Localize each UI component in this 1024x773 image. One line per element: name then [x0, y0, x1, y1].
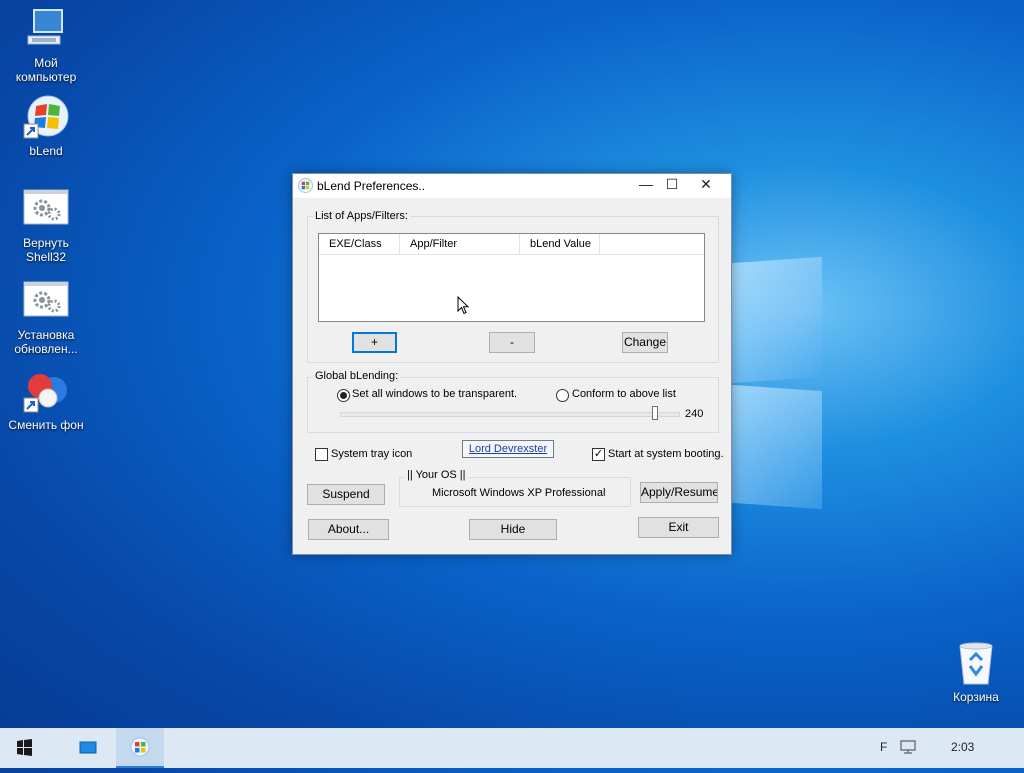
apps-filters-label: List of Apps/Filters:: [313, 210, 410, 222]
blend-shortcut-icon: [22, 94, 70, 142]
hide-button[interactable]: Hide: [469, 519, 557, 540]
start-boot-label[interactable]: Start at system booting.: [608, 448, 724, 460]
slider-track: [340, 412, 680, 417]
blend-preferences-window: bLend Preferences.. — ☐ ✕ List of Apps/F…: [292, 173, 732, 555]
slider-thumb[interactable]: [652, 406, 658, 420]
slider-value: 240: [685, 408, 704, 420]
os-name: Microsoft Windows XP Professional: [432, 487, 606, 499]
list-header-divider: [319, 254, 704, 255]
column-app-filter[interactable]: App/Filter: [400, 234, 520, 254]
system-tray-label[interactable]: System tray icon: [331, 448, 412, 460]
start-boot-checkbox[interactable]: ✓: [592, 448, 605, 461]
radio-all-transparent[interactable]: [337, 389, 350, 402]
monitor-icon: [79, 741, 97, 754]
clock[interactable]: 2:03: [951, 740, 974, 754]
window-title: bLend Preferences..: [317, 179, 426, 193]
your-os-label: || Your OS ||: [405, 469, 468, 481]
recycle-bin-icon: [952, 640, 1000, 688]
close-button[interactable]: ✕: [689, 174, 723, 196]
gears-icon: [22, 278, 70, 326]
column-blend-value[interactable]: bLend Value: [520, 234, 600, 254]
blend-app-icon: [298, 178, 313, 193]
suspend-button[interactable]: Suspend: [307, 484, 385, 505]
network-icon[interactable]: [898, 738, 918, 761]
start-button[interactable]: [0, 728, 48, 768]
language-indicator[interactable]: F: [880, 740, 887, 754]
column-exe-class[interactable]: EXE/Class: [319, 234, 400, 254]
desktop-icon-install-updates[interactable]: Установка обновлен...: [4, 278, 88, 356]
computer-icon: [22, 6, 70, 54]
apply-resume-button[interactable]: Apply/Resume: [640, 482, 718, 503]
desktop-icon-blend[interactable]: bLend: [4, 94, 88, 158]
taskbar-desktop-button[interactable]: [64, 728, 112, 768]
taskbar: F 2:03: [0, 728, 1024, 768]
balloon-shortcut-icon: [22, 368, 70, 416]
radio-all-transparent-label[interactable]: Set all windows to be transparent.: [352, 388, 517, 400]
taskbar-blend-button[interactable]: [116, 728, 164, 768]
title-bar[interactable]: bLend Preferences.. — ☐ ✕: [293, 174, 731, 198]
author-link[interactable]: Lord Devrexster: [462, 440, 554, 458]
system-tray-checkbox[interactable]: [315, 448, 328, 461]
mouse-cursor: [457, 295, 470, 321]
change-button[interactable]: Change: [622, 332, 668, 353]
apps-list[interactable]: EXE/Class App/Filter bLend Value: [318, 233, 705, 322]
desktop-icon-recycle-bin[interactable]: Корзина: [934, 640, 1018, 704]
about-button[interactable]: About...: [308, 519, 389, 540]
desktop-icon-change-wallpaper[interactable]: Сменить фон: [4, 368, 88, 432]
blend-taskbar-icon: [130, 737, 150, 757]
windows-logo-icon: [17, 739, 32, 756]
desktop-icon-my-computer[interactable]: Мой компьютер: [4, 6, 88, 84]
gears-icon: [22, 186, 70, 234]
global-blending-group: [307, 377, 719, 433]
add-button[interactable]: +: [352, 332, 397, 353]
transparency-slider[interactable]: [340, 406, 680, 420]
exit-button[interactable]: Exit: [638, 517, 719, 538]
radio-conform-list-label[interactable]: Conform to above list: [572, 388, 676, 400]
maximize-button[interactable]: ☐: [655, 174, 689, 196]
radio-conform-list[interactable]: [556, 389, 569, 402]
desktop-icon-restore-shell32[interactable]: Вернуть Shell32: [4, 186, 88, 264]
global-blending-label: Global bLending:: [313, 370, 401, 382]
remove-button[interactable]: -: [489, 332, 535, 353]
